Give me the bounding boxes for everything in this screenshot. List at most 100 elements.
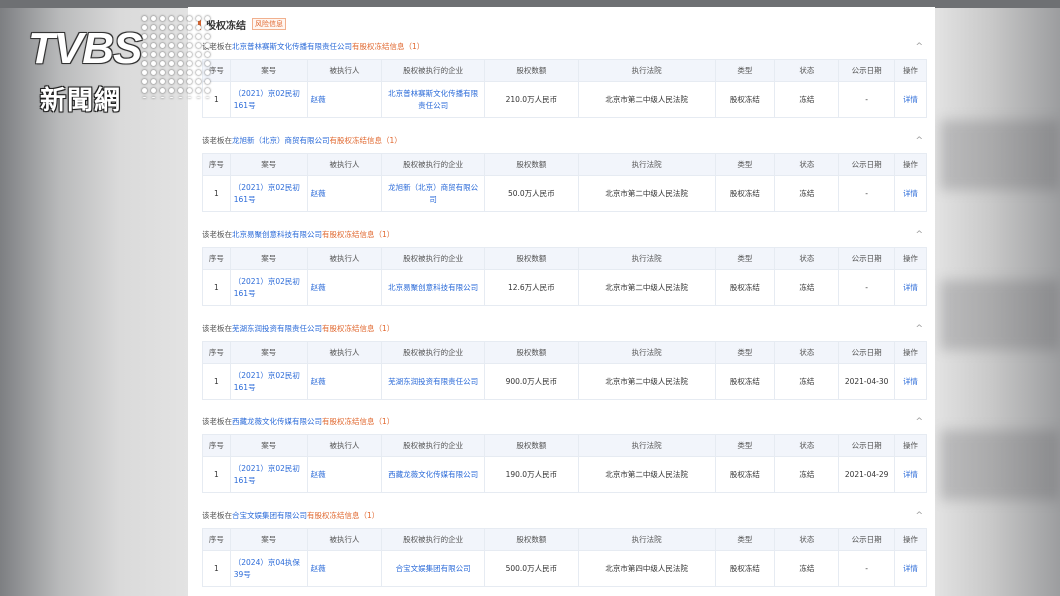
freeze-table: 序号 案号 被执行人 股权被执行的企业 股权数额 执行法院 类型 状态 公示日期 操作 1 （2021… bbox=[202, 153, 928, 212]
cell-status: 冻结 bbox=[774, 456, 840, 493]
column-header: 股权数额 bbox=[483, 153, 579, 176]
section-suffix: 有股权冻结信息（1） bbox=[352, 42, 425, 51]
column-header: 类型 bbox=[714, 247, 776, 270]
cell-status: 冻结 bbox=[774, 175, 840, 212]
company-link[interactable]: 北京普林赛斯文化传播有限责任公司 bbox=[232, 42, 352, 51]
column-header: 股权被执行的企业 bbox=[381, 434, 485, 457]
table-header-row: 序号 案号 被执行人 股权被执行的企业 股权数额 执行法院 类型 状态 公示日期 操作 bbox=[202, 153, 928, 176]
freeze-section: 该老板在北京普林赛斯文化传播有限责任公司有股权冻结信息（1） ^ 序号 案号 被执行人股… bbox=[202, 40, 928, 118]
table-row: 1 （2021）京02民初161号 赵薇 龙旭新（北京）商贸有限公司 50.0万人民币北… bbox=[202, 175, 928, 212]
table-row: 1 （2021）京02民初161号 赵薇 西藏龙薇文化传媒有限公司 190.0万人民币北… bbox=[202, 456, 928, 493]
collapse-chevron-icon[interactable]: ^ bbox=[915, 322, 923, 336]
cell-case[interactable]: （2024）京04执保39号 bbox=[229, 550, 308, 587]
cell-type: 股权冻结 bbox=[714, 363, 776, 400]
column-header: 公示日期 bbox=[838, 59, 895, 82]
background-blur bbox=[940, 430, 1060, 500]
cell-type: 股权冻结 bbox=[714, 81, 776, 118]
cell-no: 1 bbox=[202, 550, 231, 587]
section-suffix: 有股权冻结信息（1） bbox=[307, 511, 380, 520]
cell-no: 1 bbox=[202, 175, 231, 212]
cell-court: 北京市第二中级人民法院 bbox=[577, 269, 716, 306]
section-title: 该老板在西藏龙薇文化传媒有限公司有股权冻结信息（1） ^ bbox=[202, 415, 927, 429]
cell-firm[interactable]: 芜湖东润投资有限责任公司 bbox=[381, 363, 485, 400]
cell-date: - bbox=[838, 269, 895, 306]
column-header: 操作 bbox=[893, 528, 928, 551]
section-title: 该老板在北京易聚创意科技有限公司有股权冻结信息（1） ^ bbox=[202, 228, 927, 242]
details-link[interactable]: 详情 bbox=[893, 550, 928, 587]
cell-case[interactable]: （2021）京02民初161号 bbox=[229, 269, 308, 306]
section-prefix: 该老板在 bbox=[202, 230, 232, 239]
table-row: 1 （2021）京02民初161号 赵薇 芜湖东润投资有限责任公司 900.0万人民币北… bbox=[202, 363, 928, 400]
details-link[interactable]: 详情 bbox=[893, 269, 928, 306]
column-header: 状态 bbox=[774, 153, 840, 176]
collapse-chevron-icon[interactable]: ^ bbox=[915, 415, 923, 429]
cell-firm[interactable]: 合宝文娱集团有限公司 bbox=[381, 550, 485, 587]
column-header: 被执行人 bbox=[306, 153, 383, 176]
company-link[interactable]: 芜湖东润投资有限责任公司 bbox=[232, 324, 322, 333]
background-blur bbox=[940, 280, 1060, 350]
cell-case[interactable]: （2021）京02民初161号 bbox=[229, 81, 308, 118]
table-header-row: 序号 案号 被执行人 股权被执行的企业 股权数额 执行法院 类型 状态 公示日期 操作 bbox=[202, 247, 928, 270]
details-link[interactable]: 详情 bbox=[893, 81, 928, 118]
column-header: 类型 bbox=[714, 153, 776, 176]
freeze-table: 序号 案号 被执行人 股权被执行的企业 股权数额 执行法院 类型 状态 公示日期 操作 1 （2021… bbox=[202, 341, 928, 400]
table-header-row: 序号 案号 被执行人 股权被执行的企业 股权数额 执行法院 类型 状态 公示日期 操作 bbox=[202, 434, 928, 457]
cell-firm[interactable]: 西藏龙薇文化传媒有限公司 bbox=[381, 456, 485, 493]
cell-person[interactable]: 赵薇 bbox=[306, 269, 383, 306]
column-header: 类型 bbox=[714, 59, 776, 82]
logo-dot-pattern bbox=[140, 14, 210, 98]
cell-status: 冻结 bbox=[774, 363, 840, 400]
collapse-chevron-icon[interactable]: ^ bbox=[915, 134, 923, 148]
logo-brand: TVBS bbox=[28, 24, 142, 73]
background-blur bbox=[940, 120, 1060, 190]
column-header: 序号 bbox=[202, 341, 231, 364]
table-row: 1 （2021）京02民初161号 赵薇 北京普林赛斯文化传播有限责任公司 210.0万… bbox=[202, 81, 928, 118]
cell-court: 北京市第二中级人民法院 bbox=[577, 81, 716, 118]
section-title: 该老板在芜湖东润投资有限责任公司有股权冻结信息（1） ^ bbox=[202, 322, 927, 336]
section-prefix: 该老板在 bbox=[202, 324, 232, 333]
cell-person[interactable]: 赵薇 bbox=[306, 175, 383, 212]
table-row: 1 （2021）京02民初161号 赵薇 北京易聚创意科技有限公司 12.6万人民币 北京… bbox=[202, 269, 928, 306]
cell-firm[interactable]: 龙旭新（北京）商贸有限公司 bbox=[381, 175, 485, 212]
cell-person[interactable]: 赵薇 bbox=[306, 550, 383, 587]
section-title: 该老板在合宝文娱集团有限公司有股权冻结信息（1） ^ bbox=[202, 509, 927, 523]
column-header: 案号 bbox=[229, 528, 308, 551]
cell-case[interactable]: （2021）京02民初161号 bbox=[229, 456, 308, 493]
section-title: 该老板在北京普林赛斯文化传播有限责任公司有股权冻结信息（1） ^ bbox=[202, 40, 927, 54]
column-header: 股权数额 bbox=[483, 341, 579, 364]
collapse-chevron-icon[interactable]: ^ bbox=[915, 509, 923, 523]
collapse-chevron-icon[interactable]: ^ bbox=[915, 40, 923, 54]
company-link[interactable]: 合宝文娱集团有限公司 bbox=[232, 511, 307, 520]
cell-date: - bbox=[838, 175, 895, 212]
cell-person[interactable]: 赵薇 bbox=[306, 81, 383, 118]
cell-status: 冻结 bbox=[774, 550, 840, 587]
details-link[interactable]: 详情 bbox=[893, 363, 928, 400]
details-link[interactable]: 详情 bbox=[893, 456, 928, 493]
logo-channel: 新聞網 bbox=[40, 86, 122, 116]
company-link[interactable]: 北京易聚创意科技有限公司 bbox=[232, 230, 322, 239]
column-header: 状态 bbox=[774, 528, 840, 551]
column-header: 案号 bbox=[229, 434, 308, 457]
column-header: 股权被执行的企业 bbox=[381, 247, 485, 270]
column-header: 状态 bbox=[774, 247, 840, 270]
cell-person[interactable]: 赵薇 bbox=[306, 456, 383, 493]
freeze-section: 该老板在西藏龙薇文化传媒有限公司有股权冻结信息（1） ^ 序号 案号 被执行人 股权被执行… bbox=[202, 415, 928, 493]
cell-person[interactable]: 赵薇 bbox=[306, 363, 383, 400]
cell-type: 股权冻结 bbox=[714, 456, 776, 493]
column-header: 操作 bbox=[893, 434, 928, 457]
details-link[interactable]: 详情 bbox=[893, 175, 928, 212]
cell-firm[interactable]: 北京易聚创意科技有限公司 bbox=[381, 269, 485, 306]
company-link[interactable]: 西藏龙薇文化传媒有限公司 bbox=[232, 417, 322, 426]
column-header: 股权数额 bbox=[483, 434, 579, 457]
collapse-chevron-icon[interactable]: ^ bbox=[915, 228, 923, 242]
column-header: 股权被执行的企业 bbox=[381, 153, 485, 176]
cell-case[interactable]: （2021）京02民初161号 bbox=[229, 363, 308, 400]
column-header: 被执行人 bbox=[306, 247, 383, 270]
cell-date: - bbox=[838, 550, 895, 587]
cell-firm[interactable]: 北京普林赛斯文化传播有限责任公司 bbox=[381, 81, 485, 118]
column-header: 案号 bbox=[229, 59, 308, 82]
cell-status: 冻结 bbox=[774, 81, 840, 118]
column-header: 股权数额 bbox=[483, 528, 579, 551]
company-link[interactable]: 龙旭新（北京）商贸有限公司 bbox=[232, 136, 330, 145]
cell-case[interactable]: （2021）京02民初161号 bbox=[229, 175, 308, 212]
